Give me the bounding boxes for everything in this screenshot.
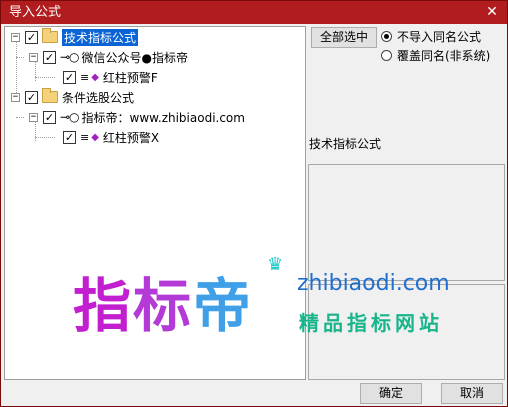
folder-icon xyxy=(42,28,58,43)
description-label: 技术指标公式 xyxy=(309,137,382,151)
key-icon: ⊸○ xyxy=(60,50,80,64)
collapse-icon[interactable]: − xyxy=(29,52,38,62)
collapse-icon[interactable]: − xyxy=(29,112,38,122)
close-icon[interactable]: ✕ xyxy=(477,1,507,24)
ok-button[interactable]: 确定 xyxy=(360,383,422,404)
group-checkbox[interactable]: ✓ xyxy=(25,30,38,44)
collapse-icon[interactable]: − xyxy=(11,32,20,42)
source-checkbox[interactable]: ✓ xyxy=(43,110,56,124)
source-label[interactable]: 微信公众号●指标帝 xyxy=(82,49,188,66)
diamond-icon: ◆ xyxy=(91,71,99,83)
tree-node-source[interactable]: − ✓ ⊸○ 指标帝：www.zhibiaodi.com xyxy=(29,107,245,127)
watermark-tagline: 精品指标网站 xyxy=(299,311,443,335)
formula-label[interactable]: 红柱预警X xyxy=(103,129,159,146)
radio-button[interactable] xyxy=(381,31,392,42)
radio-button[interactable] xyxy=(381,50,392,61)
tree-node-screening[interactable]: − ✓ 条件选股公式 xyxy=(11,87,134,107)
group-label[interactable]: 条件选股公式 xyxy=(62,89,134,106)
source-label[interactable]: 指标帝：www.zhibiaodi.com xyxy=(82,109,245,126)
cancel-button[interactable]: 取消 xyxy=(441,383,503,404)
radio-overwrite-duplicates[interactable]: 覆盖同名(非系统) xyxy=(381,47,490,64)
radio-skip-duplicates[interactable]: 不导入同名公式 xyxy=(381,28,481,45)
radio-label: 不导入同名公式 xyxy=(397,30,482,44)
tree-line xyxy=(16,117,24,118)
group-label[interactable]: 技术指标公式 xyxy=(62,28,139,46)
folder-icon xyxy=(42,88,58,103)
formula-label[interactable]: 红柱预警F xyxy=(103,69,158,86)
key-icon: ⊸○ xyxy=(60,110,80,124)
tree-node-technical[interactable]: − ✓ 技术指标公式 xyxy=(11,27,139,47)
watermark-char: 指 xyxy=(73,272,134,340)
crown-icon: ♛ xyxy=(267,254,284,275)
radio-label: 覆盖同名(非系统) xyxy=(397,49,491,63)
formula-checkbox[interactable]: ✓ xyxy=(63,130,76,144)
description-panel xyxy=(308,164,505,281)
select-all-button[interactable]: 全部选中 xyxy=(311,27,377,48)
title-bar: 导入公式 ✕ xyxy=(1,1,507,24)
import-formula-dialog: 导入公式 ✕ − ✓ 技术指标公式 − ✓ ⊸○ 微信公众号●指标帝 ✓ ≡ ◆… xyxy=(0,0,508,407)
diamond-icon: ◆ xyxy=(91,131,99,143)
watermark-url: zhibiaodi.com xyxy=(297,271,450,296)
watermark-char: 帝 xyxy=(193,272,254,340)
watermark-char: 标 xyxy=(133,272,194,340)
group-checkbox[interactable]: ✓ xyxy=(25,90,38,104)
source-checkbox[interactable]: ✓ xyxy=(43,50,56,64)
tree-line xyxy=(16,57,24,58)
window-title: 导入公式 xyxy=(9,5,62,20)
equals-icon: ≡ xyxy=(80,70,90,84)
tree-node-formula[interactable]: ✓ ≡ ◆ 红柱预警X xyxy=(63,127,159,147)
tree-node-source[interactable]: − ✓ ⊸○ 微信公众号●指标帝 xyxy=(29,47,188,67)
watermark-logo: 指标帝 xyxy=(73,259,253,343)
collapse-icon[interactable]: − xyxy=(11,92,20,102)
tree-line xyxy=(35,77,55,78)
equals-icon: ≡ xyxy=(80,130,90,144)
tree-line xyxy=(35,137,55,138)
tree-node-formula[interactable]: ✓ ≡ ◆ 红柱预警F xyxy=(63,67,158,87)
formula-checkbox[interactable]: ✓ xyxy=(63,70,76,84)
